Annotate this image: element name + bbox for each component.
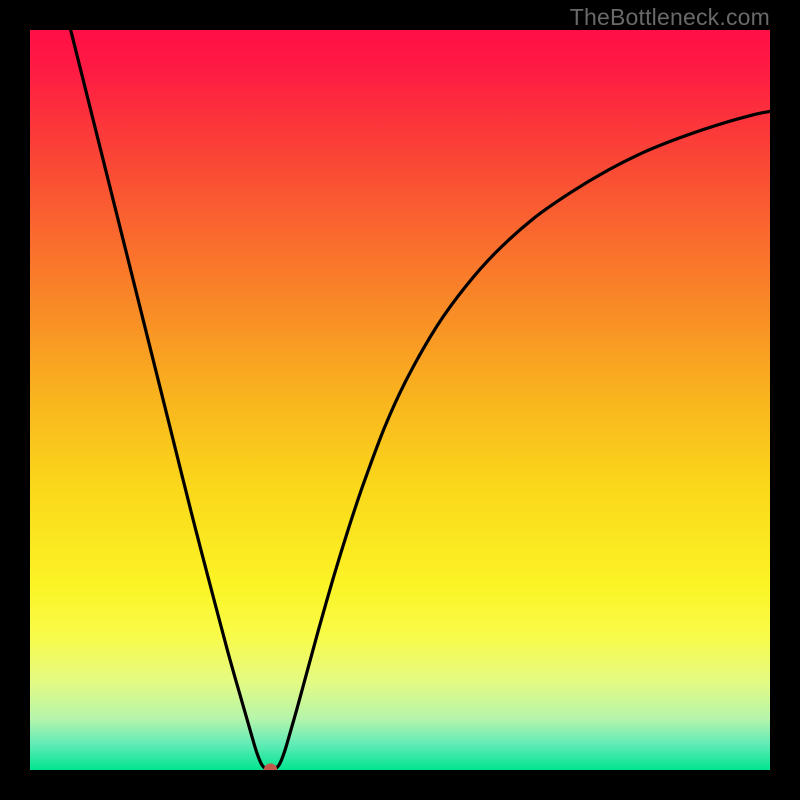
minimum-marker [264,763,277,770]
chart-curve-svg [30,30,770,770]
watermark-text: TheBottleneck.com [570,4,770,31]
plot-area [30,30,770,770]
chart-container: TheBottleneck.com [0,0,800,800]
bottleneck-curve [71,30,770,770]
